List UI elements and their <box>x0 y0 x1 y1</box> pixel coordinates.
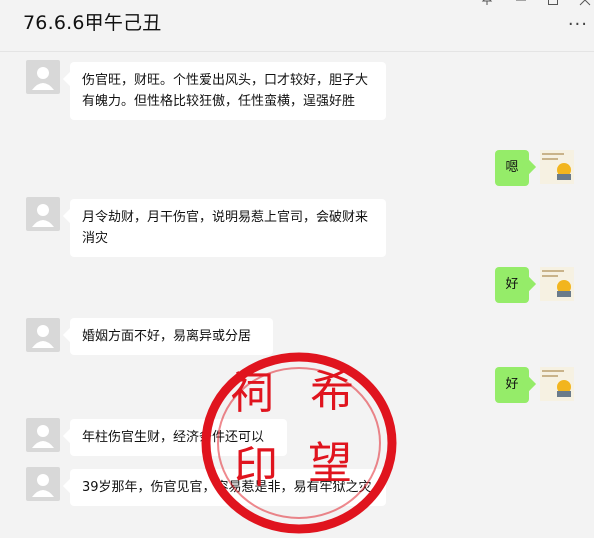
maximize-icon[interactable] <box>547 0 559 9</box>
message-bubble[interactable]: 伤官旺，财旺。个性爱出风头，口才较好，胆子大有魄力。但性格比较狂傲，任性蛮横，逞… <box>70 62 386 120</box>
message-bubble[interactable]: 年柱伤官生财，经济条件还可以 <box>70 419 287 456</box>
minimize-icon[interactable] <box>515 0 527 9</box>
seal-char: 祠 <box>230 368 274 419</box>
my-avatar[interactable] <box>540 367 574 401</box>
seal-char: 希 <box>310 366 354 417</box>
pin-icon[interactable] <box>481 0 493 9</box>
my-message-bubble[interactable]: 好 <box>495 267 529 303</box>
message-bubble[interactable]: 月令劫财，月干伤官，说明易惹上官司，会破财来消灾 <box>70 199 386 257</box>
contact-avatar[interactable] <box>26 318 60 352</box>
chat-title: 76.6.6甲午己丑 <box>23 12 162 34</box>
contact-avatar[interactable] <box>26 467 60 501</box>
more-icon[interactable]: ··· <box>568 14 588 35</box>
message-bubble[interactable]: 婚姻方面不好，易离异或分居 <box>70 318 273 355</box>
contact-avatar[interactable] <box>26 197 60 231</box>
my-message-bubble[interactable]: 嗯 <box>495 150 529 186</box>
my-message-bubble[interactable]: 好 <box>495 367 529 403</box>
contact-avatar[interactable] <box>26 418 60 452</box>
my-avatar[interactable] <box>540 150 574 184</box>
close-icon[interactable] <box>579 0 591 9</box>
contact-avatar[interactable] <box>26 60 60 94</box>
my-avatar[interactable] <box>540 267 574 301</box>
title-bar: 76.6.6甲午己丑 ··· <box>0 0 594 52</box>
message-bubble[interactable]: 39岁那年，伤官见官，容易惹是非，易有牢狱之灾 <box>70 469 386 506</box>
